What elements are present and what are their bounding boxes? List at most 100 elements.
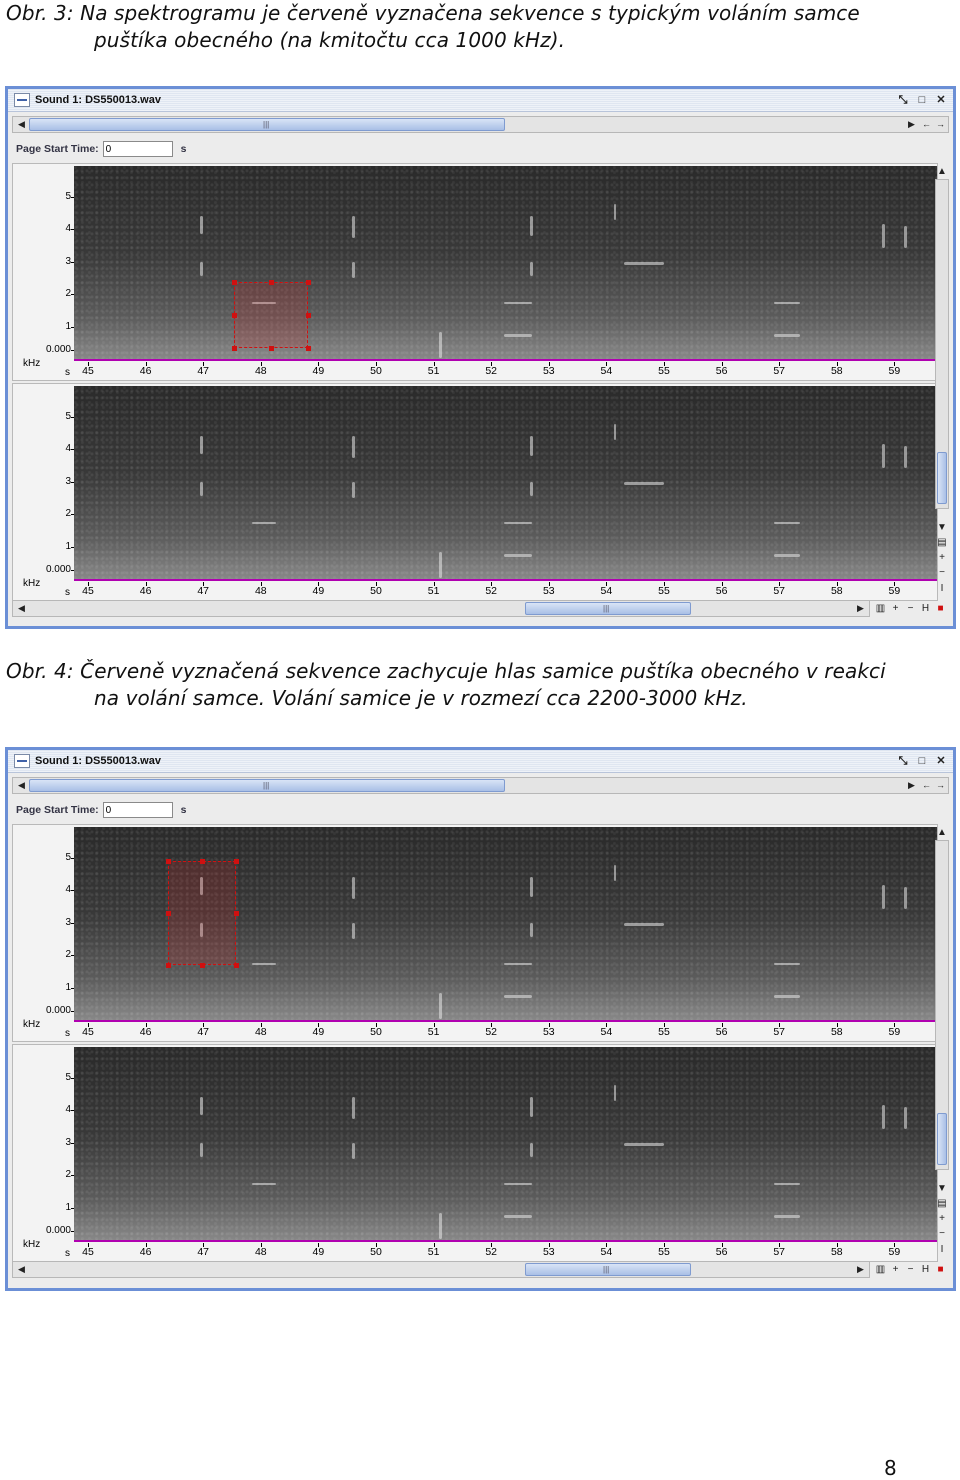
zoom-fit-vertical-icon[interactable]: ▤ xyxy=(935,536,949,549)
scroll-left-arrow-icon[interactable]: ◀ xyxy=(15,118,28,131)
zoom-out-vertical-icon[interactable]: − xyxy=(935,566,949,579)
scroll-down-arrow-icon[interactable]: ▼ xyxy=(935,1182,949,1195)
time-tick-label: 56 xyxy=(715,1026,728,1038)
selection-handle[interactable] xyxy=(232,280,237,285)
page-start-input[interactable] xyxy=(102,802,173,818)
selection-handle[interactable] xyxy=(269,346,274,351)
page-start-input[interactable] xyxy=(102,141,173,157)
forward-arrow-icon[interactable]: → xyxy=(934,779,947,792)
zoom-fit-vertical-icon[interactable]: ▤ xyxy=(935,1197,949,1210)
scroll-left-arrow-icon[interactable]: ◀ xyxy=(15,602,28,615)
time-tick-label: 49 xyxy=(312,1026,325,1038)
scroll-right-arrow-icon[interactable]: ▶ xyxy=(854,1263,867,1276)
spectrogram-image[interactable] xyxy=(74,827,937,1022)
top-horizontal-scrollbar[interactable]: ◀ ||| ▶ ← → xyxy=(12,116,949,133)
scroll-right-arrow-icon[interactable]: ▶ xyxy=(854,602,867,615)
scroll-left-arrow-icon[interactable]: ◀ xyxy=(15,779,28,792)
spectrogram-image[interactable] xyxy=(74,166,937,361)
time-tick-label: 48 xyxy=(254,585,267,597)
selection-handle[interactable] xyxy=(166,859,171,864)
time-tick-label: 58 xyxy=(830,1026,843,1038)
selection-handle[interactable] xyxy=(232,313,237,318)
zoom-out-horizontal-icon[interactable]: − xyxy=(904,602,917,615)
page-start-unit: s xyxy=(180,804,187,816)
selection-handle[interactable] xyxy=(234,859,239,864)
zoom-out-vertical-icon[interactable]: − xyxy=(935,1227,949,1240)
zoom-in-vertical-icon[interactable]: + xyxy=(935,551,949,564)
zoom-in-vertical-icon[interactable]: + xyxy=(935,1212,949,1225)
time-tick-label: 50 xyxy=(370,585,382,597)
restore-icon[interactable]: ⤡ xyxy=(897,94,909,106)
zoom-in-horizontal-icon[interactable]: + xyxy=(889,1263,902,1276)
selection-box[interactable] xyxy=(166,859,239,968)
selection-handle[interactable] xyxy=(232,346,237,351)
spectrogram-panel-2[interactable]: 5 4 3 2 1 0.000 kHz s 45 46 47 48 49 50 51 52 53 54 55 56 57… xyxy=(12,1044,938,1262)
maximize-icon[interactable]: □ xyxy=(916,755,928,767)
vertical-scrollbar[interactable] xyxy=(935,179,949,509)
frequency-axis: 5 4 3 2 1 0.000 kHz s xyxy=(13,384,75,600)
maximize-icon[interactable]: □ xyxy=(916,94,928,106)
scroll-up-arrow-icon[interactable]: ▲ xyxy=(935,165,949,178)
selection-handle[interactable] xyxy=(306,346,311,351)
reset-horizontal-icon[interactable]: H xyxy=(919,602,932,615)
reset-vertical-icon[interactable]: I xyxy=(935,582,949,595)
reset-vertical-icon[interactable]: I xyxy=(935,1243,949,1256)
restore-icon[interactable]: ⤡ xyxy=(897,755,909,767)
window-titlebar[interactable]: Sound 1: DS550013.wav ⤡ □ ✕ xyxy=(8,750,953,773)
call-trace xyxy=(774,1215,800,1218)
stop-icon[interactable]: ■ xyxy=(934,1263,947,1276)
selection-box[interactable] xyxy=(232,280,311,351)
selection-handle[interactable] xyxy=(234,963,239,968)
bottom-horizontal-scrollbar[interactable]: ◀ ||| ▶ xyxy=(12,600,870,617)
vertical-scroll-thumb[interactable] xyxy=(937,452,947,504)
scroll-down-arrow-icon[interactable]: ▼ xyxy=(935,521,949,534)
scroll-up-arrow-icon[interactable]: ▲ xyxy=(935,826,949,839)
spectrogram-image[interactable] xyxy=(74,1047,937,1242)
scroll-left-arrow-icon[interactable]: ◀ xyxy=(15,1263,28,1276)
bottom-horizontal-scrollbar[interactable]: ◀ ||| ▶ xyxy=(12,1261,870,1278)
reset-horizontal-icon[interactable]: H xyxy=(919,1263,932,1276)
spectrogram-panel-1[interactable]: 5 4 3 2 1 0.000 kHz s 45 46 47 48 49 50 51 52 53 54 55 56 57… xyxy=(12,163,938,381)
zoom-fit-horizontal-icon[interactable]: ▥ xyxy=(874,602,887,615)
zoom-in-horizontal-icon[interactable]: + xyxy=(889,602,902,615)
vertical-scrollbar[interactable] xyxy=(935,840,949,1170)
time-tick-label: 57 xyxy=(773,1026,786,1038)
scroll-right-arrow-icon[interactable]: ▶ xyxy=(905,118,918,131)
selection-handle[interactable] xyxy=(200,859,205,864)
call-trace xyxy=(530,482,533,496)
top-horizontal-scrollbar[interactable]: ◀ ||| ▶ ← → xyxy=(12,777,949,794)
spectrogram-image[interactable] xyxy=(74,386,937,581)
window-titlebar[interactable]: Sound 1: DS550013.wav ⤡ □ ✕ xyxy=(8,89,953,112)
selection-handle[interactable] xyxy=(166,963,171,968)
forward-arrow-icon[interactable]: → xyxy=(934,118,947,131)
selection-handle[interactable] xyxy=(306,313,311,318)
selection-handle[interactable] xyxy=(200,963,205,968)
stop-icon[interactable]: ■ xyxy=(934,602,947,615)
back-arrow-icon[interactable]: ← xyxy=(920,118,933,131)
scroll-grip-icon: ||| xyxy=(263,120,270,129)
call-trace xyxy=(614,865,616,881)
call-trace xyxy=(774,522,800,524)
close-icon[interactable]: ✕ xyxy=(935,94,947,106)
document-icon xyxy=(14,754,30,768)
time-tick-label: 47 xyxy=(197,1246,210,1258)
frequency-tick-label: 2 xyxy=(65,508,71,519)
zoom-out-horizontal-icon[interactable]: − xyxy=(904,1263,917,1276)
zoom-fit-horizontal-icon[interactable]: ▥ xyxy=(874,1263,887,1276)
close-icon[interactable]: ✕ xyxy=(935,755,947,767)
call-trace xyxy=(504,963,532,965)
selection-handle[interactable] xyxy=(269,280,274,285)
selection-handle[interactable] xyxy=(166,911,171,916)
selection-handle[interactable] xyxy=(306,280,311,285)
time-tick-label: 59 xyxy=(888,1026,901,1038)
scroll-right-arrow-icon[interactable]: ▶ xyxy=(905,779,918,792)
time-axis: 45 46 47 48 49 50 51 52 53 54 55 56 57 58 59 xyxy=(74,1023,937,1041)
spectrogram-panel-1[interactable]: 5 4 3 2 1 0.000 kHz s 45 46 47 48 49 50 51 52 53 54 55 56 57… xyxy=(12,824,938,1042)
call-trace xyxy=(530,262,533,276)
selection-handle[interactable] xyxy=(234,911,239,916)
vertical-scroll-thumb[interactable] xyxy=(937,1113,947,1165)
call-trace xyxy=(882,1105,885,1129)
back-arrow-icon[interactable]: ← xyxy=(920,779,933,792)
frequency-tick-label: 1 xyxy=(65,541,71,552)
spectrogram-panel-2[interactable]: 5 4 3 2 1 0.000 kHz s 45 46 47 48 49 50 51 52 53 54 55 56 57… xyxy=(12,383,938,601)
